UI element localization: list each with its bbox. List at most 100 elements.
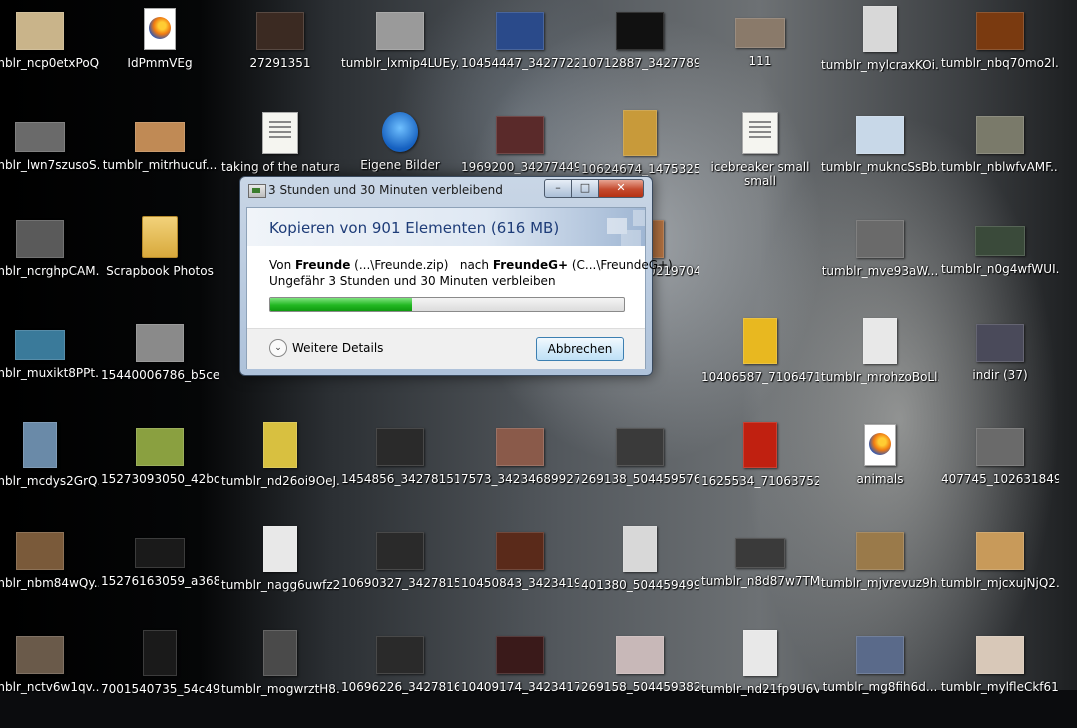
destination-name[interactable]: FreundeG+ bbox=[493, 258, 568, 272]
maximize-button[interactable]: □ bbox=[571, 179, 599, 198]
time-remaining: Ungefähr 3 Stunden und 30 Minuten verble… bbox=[269, 274, 556, 288]
desktop-icon[interactable]: 10450843_34234196... bbox=[461, 520, 579, 624]
desktop-icon[interactable]: Scrapbook Photos bbox=[101, 208, 219, 312]
header-decoration bbox=[607, 218, 627, 234]
desktop-icon[interactable]: IdPmmVEg bbox=[101, 0, 219, 104]
desktop-icon-label: 1625534_710637525... bbox=[701, 474, 819, 488]
dialog-titlebar[interactable]: 3 Stunden und 30 Minuten verbleibend – □… bbox=[240, 177, 652, 203]
source-name[interactable]: Freunde bbox=[295, 258, 350, 272]
desktop-icon[interactable]: 10406587_71064718... bbox=[701, 312, 819, 416]
desktop-icon[interactable]: tumblr_mukncSsBb... bbox=[821, 104, 939, 208]
image-thumbnail-icon bbox=[856, 532, 904, 570]
image-thumbnail-icon bbox=[16, 532, 64, 570]
desktop-icon[interactable]: icebreaker small small bbox=[701, 104, 819, 208]
desktop-icon-label: Eigene Bilder bbox=[360, 158, 440, 172]
image-thumbnail-icon bbox=[863, 318, 897, 364]
desktop-icon[interactable]: 10690327_34278158... bbox=[341, 520, 459, 624]
dialog-footer: ⌄ Weitere Details Abbrechen bbox=[247, 328, 645, 369]
image-thumbnail-icon bbox=[263, 630, 297, 676]
desktop-icon-label: tumblr_lxmip4LUEy... bbox=[341, 56, 459, 70]
destination-path: (C...\FreundeG+) bbox=[568, 258, 673, 272]
desktop-icon[interactable]: 27291351 bbox=[221, 0, 339, 104]
from-prefix: Von bbox=[269, 258, 296, 272]
desktop-icon-label: Scrapbook Photos bbox=[106, 264, 214, 278]
desktop-icon[interactable]: tumblr_lwn7szusoS... bbox=[0, 104, 99, 208]
desktop-icon[interactable]: 10712887_342778955... bbox=[581, 0, 699, 104]
image-thumbnail-icon bbox=[856, 220, 904, 258]
desktop-icon-label: tumblr_nblwfvAMF... bbox=[941, 160, 1059, 174]
desktop-icon[interactable]: 10696226_34278164... bbox=[341, 624, 459, 728]
desktop-icon-label: 10690327_34278158... bbox=[341, 576, 459, 590]
desktop-icon[interactable]: tumblr_mve93aW... bbox=[821, 208, 939, 312]
desktop-icon-label: tumblr_ncrghpCAM... bbox=[0, 264, 99, 278]
copy-progress-dialog[interactable]: 3 Stunden und 30 Minuten verbleibend – □… bbox=[239, 176, 673, 376]
firefox-icon bbox=[144, 8, 176, 50]
desktop-icon-label: tumblr_n0g4wfWUI... bbox=[941, 262, 1059, 276]
desktop-icon[interactable]: 15273093050_42bd1... bbox=[101, 416, 219, 520]
dialog-content: Kopieren von 901 Elementen (616 MB) Von … bbox=[246, 207, 673, 369]
source-path: (...\Freunde.zip) bbox=[350, 258, 449, 272]
desktop-icon[interactable]: 10454447_342772238... bbox=[461, 0, 579, 104]
image-thumbnail-icon bbox=[976, 12, 1024, 50]
desktop-icon[interactable]: tumblr_nd26oi9OeJ... bbox=[221, 416, 339, 520]
desktop-icon[interactable]: tumblr_n0g4wfWUI... bbox=[941, 208, 1059, 312]
document-icon bbox=[262, 112, 298, 154]
desktop-icon-label: 7573_342346899270... bbox=[461, 472, 579, 486]
folder-icon bbox=[142, 216, 178, 258]
desktop-icon[interactable]: tumblr_nbq70mo2l... bbox=[941, 0, 1059, 104]
desktop-icon[interactable]: 1454856_342781512... bbox=[341, 416, 459, 520]
desktop-icon[interactable]: tumblr_mylfleCkf61... bbox=[941, 624, 1059, 728]
desktop-icon[interactable]: tumblr_mogwrztH8... bbox=[221, 624, 339, 728]
desktop-icon[interactable]: tumblr_nbm84wQy... bbox=[0, 520, 99, 624]
minimize-button[interactable]: – bbox=[544, 179, 572, 198]
image-thumbnail-icon bbox=[256, 12, 304, 50]
desktop-icon[interactable]: tumblr_nd21fp9U6V... bbox=[701, 624, 819, 728]
desktop-icon-label: taking of the natural bbox=[221, 160, 339, 174]
desktop-icon[interactable]: tumblr_nctv6w1qv... bbox=[0, 624, 99, 728]
desktop-icon[interactable]: tumblr_mcdys2GrQ... bbox=[0, 416, 99, 520]
chevron-down-icon[interactable]: ⌄ bbox=[269, 339, 287, 357]
desktop-icon[interactable]: 15440006786_b5ce5... bbox=[101, 312, 219, 416]
desktop-icon[interactable]: tumblr_mylcraxKOi... bbox=[821, 0, 939, 104]
copy-icon bbox=[248, 184, 266, 198]
desktop-icon[interactable]: animals bbox=[821, 416, 939, 520]
image-thumbnail-icon bbox=[856, 636, 904, 674]
desktop-icon-label: tumblr_nbm84wQy... bbox=[0, 576, 99, 590]
desktop-icon-label: tumblr_nd26oi9OeJ... bbox=[221, 474, 339, 488]
desktop-icon-label: 111 bbox=[748, 54, 772, 68]
desktop-icon[interactable]: 401380_5044594995... bbox=[581, 520, 699, 624]
desktop-icon[interactable]: 1625534_710637525... bbox=[701, 416, 819, 520]
desktop-icon[interactable]: tumblr_mg8fih6d... bbox=[821, 624, 939, 728]
desktop-icon[interactable]: tumblr_muxikt8PPt... bbox=[0, 312, 99, 416]
desktop-icon[interactable]: 15276163059_a3681... bbox=[101, 520, 219, 624]
desktop-icon-label: tumblr_mogwrztH8... bbox=[221, 682, 339, 696]
close-button[interactable]: ✕ bbox=[598, 179, 644, 198]
image-thumbnail-icon bbox=[16, 636, 64, 674]
desktop-icon[interactable]: tumblr_nblwfvAMF... bbox=[941, 104, 1059, 208]
desktop-icon[interactable]: 269138_5044595762... bbox=[581, 416, 699, 520]
desktop-icon[interactable]: tumblr_ncrghpCAM... bbox=[0, 208, 99, 312]
image-thumbnail-icon bbox=[496, 12, 544, 50]
desktop-icon[interactable]: tumblr_lxmip4LUEy... bbox=[341, 0, 459, 104]
desktop-icon[interactable]: tumblr_mjvrevuz9h... bbox=[821, 520, 939, 624]
desktop-icon-label: 7001540735_54c49d... bbox=[101, 682, 219, 696]
desktop-icon[interactable]: tumblr_nagg6uwfz2... bbox=[221, 520, 339, 624]
image-thumbnail-icon bbox=[863, 6, 897, 52]
more-details-button[interactable]: ⌄ Weitere Details bbox=[269, 339, 383, 357]
desktop-icon[interactable]: tumblr_mrohzoBoLl... bbox=[821, 312, 939, 416]
desktop-icon[interactable]: indir (37) bbox=[941, 312, 1059, 416]
image-thumbnail-icon bbox=[735, 18, 785, 48]
image-thumbnail-icon bbox=[496, 428, 544, 466]
desktop-icon[interactable]: 7573_342346899270... bbox=[461, 416, 579, 520]
cancel-button[interactable]: Abbrechen bbox=[536, 337, 624, 361]
desktop-icon[interactable]: 7001540735_54c49d... bbox=[101, 624, 219, 728]
desktop-icon[interactable]: tumblr_ncp0etxPoQ... bbox=[0, 0, 99, 104]
desktop-icon[interactable]: 269158_5044593828... bbox=[581, 624, 699, 728]
desktop-icon[interactable]: 10409174_34234171... bbox=[461, 624, 579, 728]
desktop-icon[interactable]: 407745_1026318499... bbox=[941, 416, 1059, 520]
image-thumbnail-icon bbox=[616, 428, 664, 466]
desktop-icon[interactable]: tumblr_mjcxujNjQ2... bbox=[941, 520, 1059, 624]
desktop-icon[interactable]: tumblr_n8d87w7TM... bbox=[701, 520, 819, 624]
desktop-icon[interactable]: 111 bbox=[701, 0, 819, 104]
desktop-icon[interactable]: tumblr_mitrhucuf... bbox=[101, 104, 219, 208]
